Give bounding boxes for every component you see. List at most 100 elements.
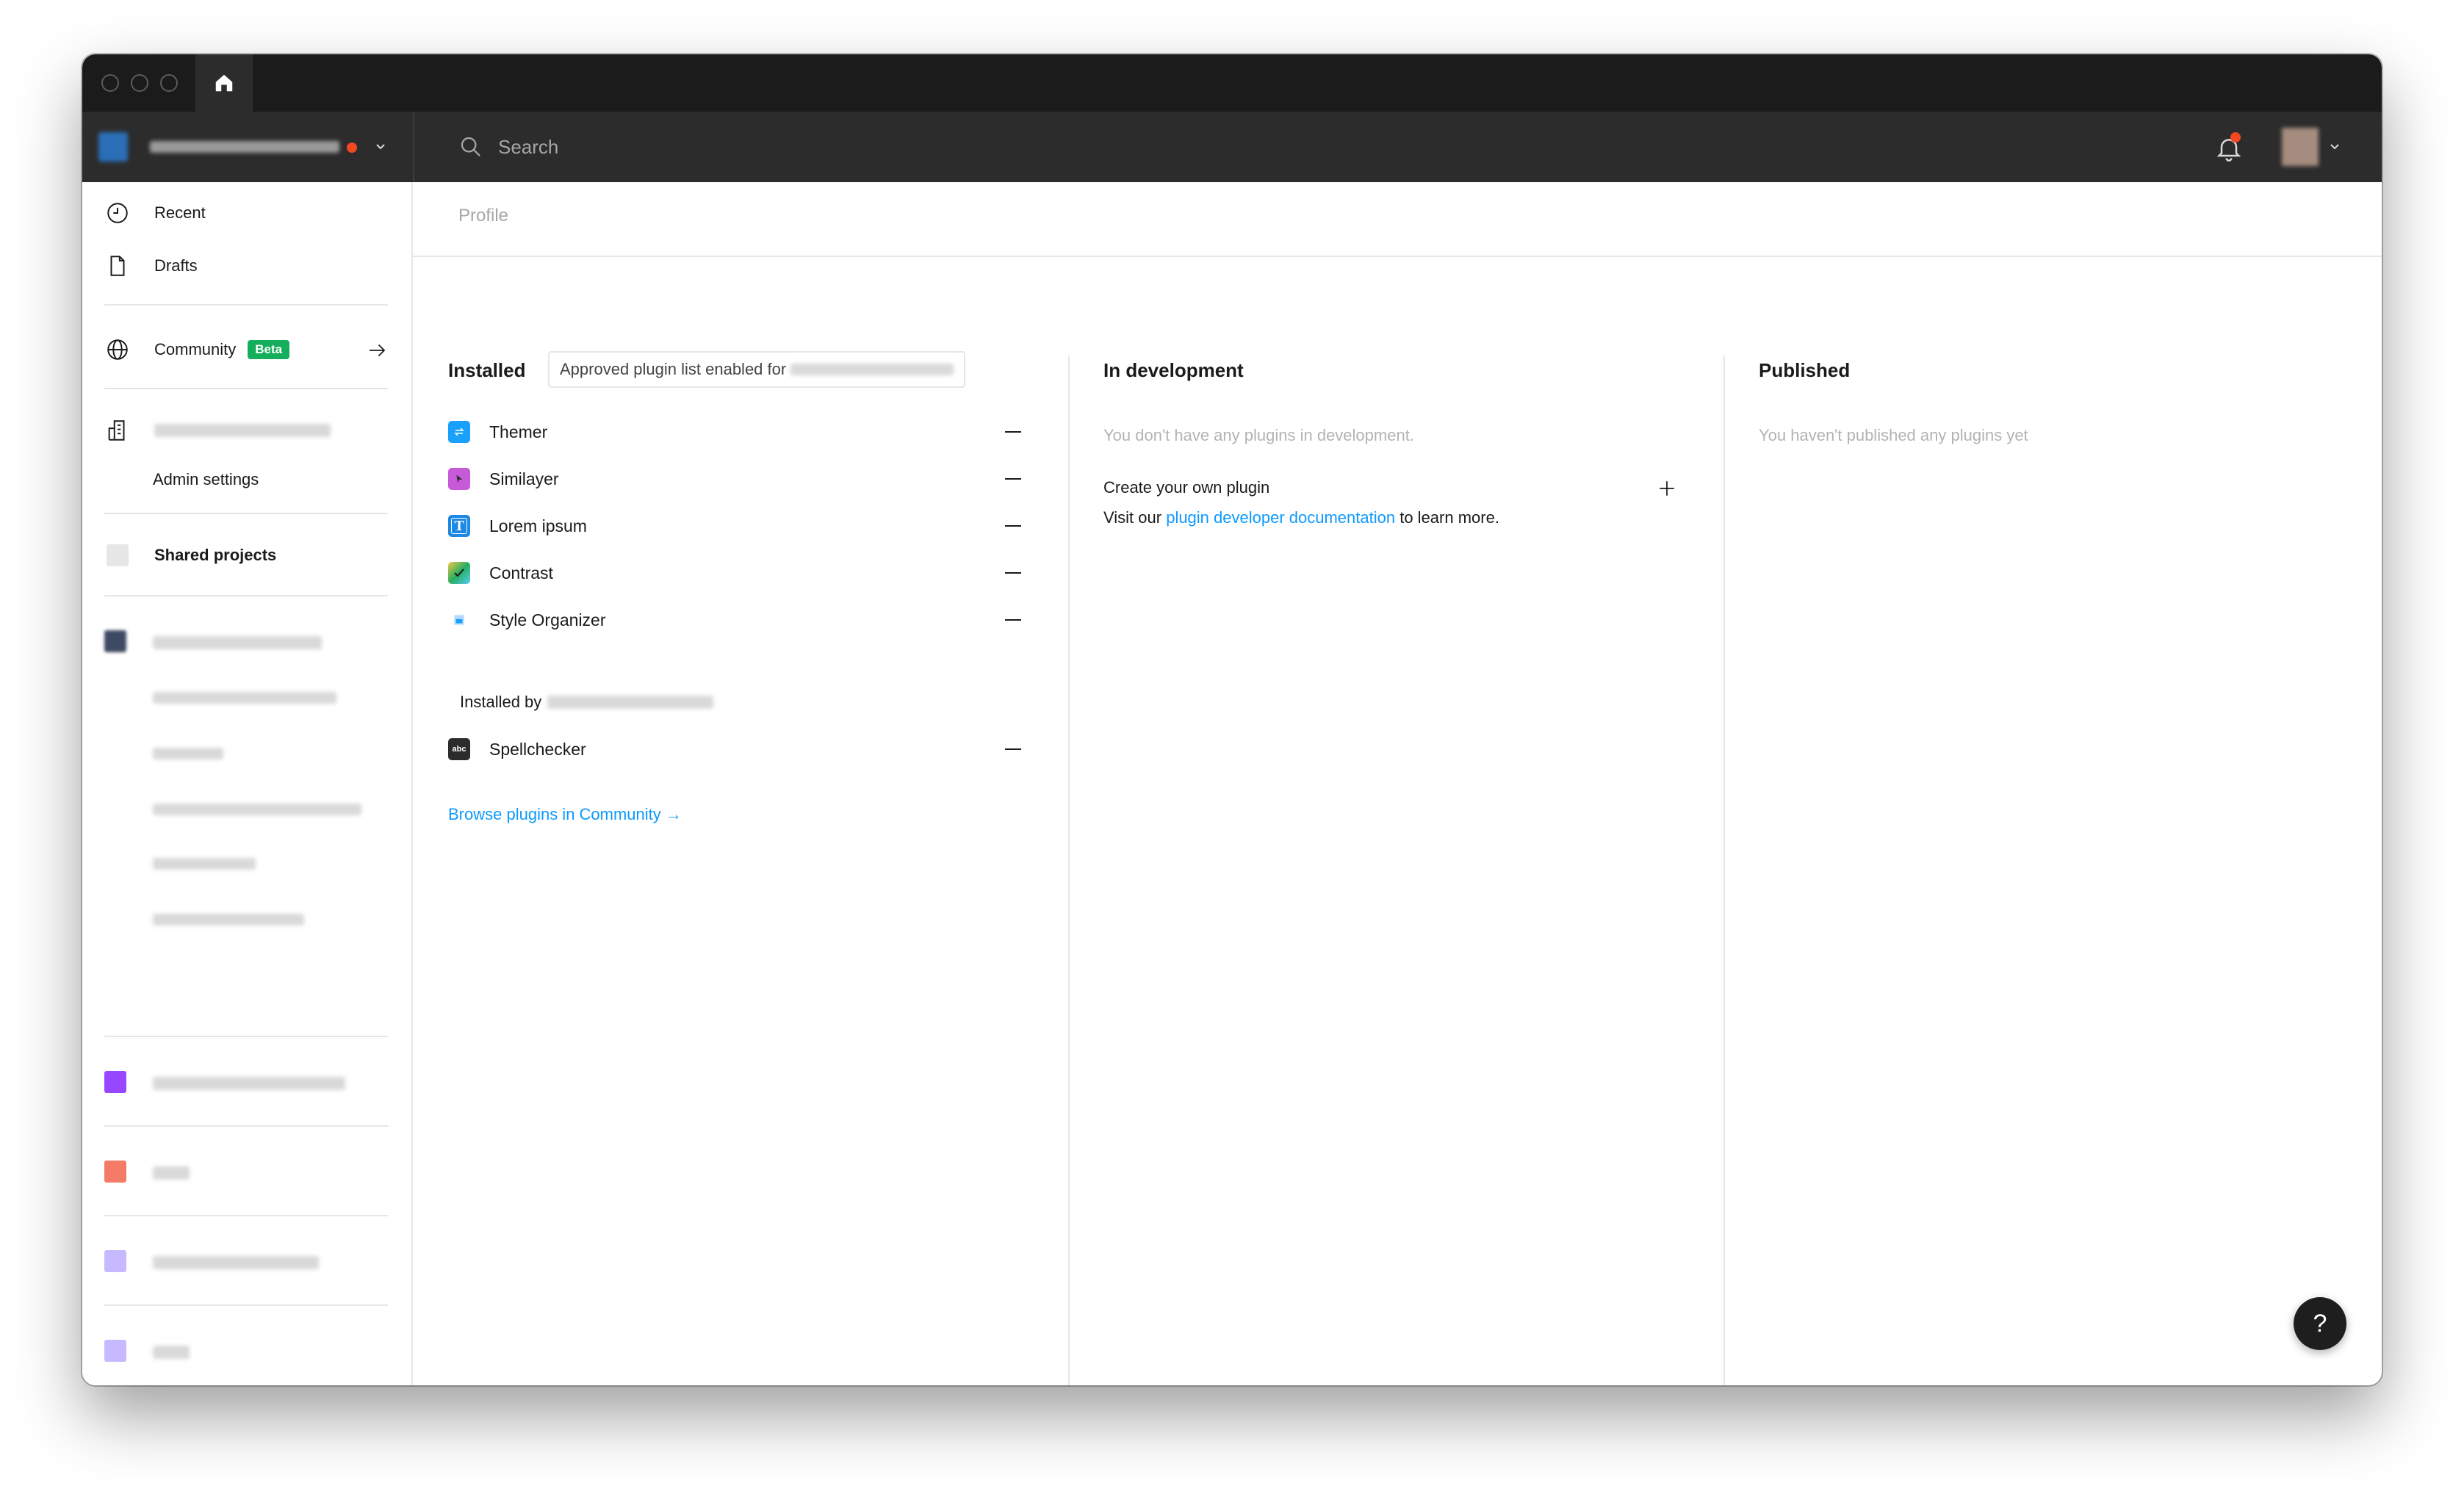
approved-plugin-list-label: Approved plugin list enabled for (560, 360, 787, 378)
plugin-name: Similayer (489, 469, 559, 488)
team-color-icon (104, 1161, 126, 1183)
sidebar-item-community[interactable]: Community Beta (104, 336, 388, 363)
team-color-icon (104, 1250, 126, 1272)
project-name-redacted[interactable] (153, 804, 361, 815)
app-window: Search Recent Drafts Community Beta Admi… (82, 54, 2382, 1385)
home-icon (215, 74, 233, 92)
search-bar[interactable]: Search (458, 112, 558, 182)
project-name-redacted[interactable] (153, 692, 336, 704)
plugin-row-style-organizer[interactable]: Style Organizer (448, 605, 1021, 635)
notification-badge (2230, 132, 2241, 142)
admin-name-redacted (547, 696, 714, 709)
main-content: Profile Installed Approved plugin list e… (413, 182, 2382, 1385)
sidebar-divider (104, 1304, 388, 1306)
help-button[interactable]: ? (2294, 1297, 2346, 1350)
sidebar-item-admin-settings[interactable]: Admin settings (153, 470, 259, 489)
plugin-row-contrast[interactable]: Contrast (448, 558, 1021, 588)
create-plugin-row[interactable]: Create your own plugin (1103, 473, 1676, 502)
plugin-name: Lorem ipsum (489, 516, 587, 535)
file-icon (104, 253, 131, 279)
search-input[interactable]: Search (498, 136, 558, 159)
page-header: Profile (413, 182, 2382, 257)
plugin-name: Style Organizer (489, 610, 606, 629)
arrow-right-icon (370, 344, 386, 357)
team-notification-dot (347, 142, 357, 153)
plugin-name: Spellchecker (489, 739, 586, 759)
sidebar-divider (104, 595, 388, 596)
plugin-name: Contrast (489, 563, 553, 582)
sidebar-divider (104, 513, 388, 514)
sidebar-item-label: Recent (154, 203, 206, 222)
sidebar-divider (104, 304, 388, 306)
team-name-redacted[interactable] (153, 1077, 345, 1090)
sidebar-divider (104, 1125, 388, 1127)
developer-docs-link[interactable]: plugin developer documentation (1166, 508, 1395, 527)
home-tab[interactable] (195, 54, 253, 112)
sidebar-item-label: Community (154, 340, 237, 358)
organization-name-redacted (790, 364, 954, 375)
approved-plugin-list-badge: Approved plugin list enabled for (548, 351, 966, 388)
in-development-title: In development (1103, 358, 1244, 381)
team-selector[interactable] (82, 112, 414, 182)
remove-plugin-button[interactable] (1005, 431, 1021, 433)
contrast-icon (448, 562, 470, 584)
team-name-redacted[interactable] (153, 1166, 190, 1180)
sidebar-item-shared-projects[interactable]: Shared projects (104, 542, 276, 569)
style-organizer-icon (448, 609, 470, 631)
globe-icon (104, 336, 131, 363)
team-name-redacted[interactable] (153, 1256, 319, 1269)
published-title: Published (1759, 358, 1851, 381)
create-plugin-label: Create your own plugin (1103, 478, 1270, 497)
visit-suffix: to learn more. (1399, 508, 1499, 527)
chevron-down-icon (376, 144, 385, 150)
title-bar (82, 54, 2382, 112)
tab-profile[interactable]: Profile (458, 206, 508, 226)
sidebar-item-drafts[interactable]: Drafts (104, 253, 198, 279)
developer-docs-text: Visit our plugin developer documentation… (1103, 508, 1499, 527)
sidebar-item-organization[interactable] (104, 417, 331, 444)
account-menu[interactable] (2282, 128, 2349, 166)
sidebar-divider (104, 1036, 388, 1037)
remove-plugin-button[interactable] (1005, 572, 1021, 574)
shared-projects-square-icon (104, 542, 131, 569)
team-name-redacted[interactable] (153, 1346, 190, 1359)
clock-icon (104, 200, 131, 226)
team-name-redacted (150, 141, 339, 153)
in-development-empty-message: You don't have any plugins in developmen… (1103, 426, 1414, 444)
organization-name-redacted (154, 424, 331, 437)
column-divider (1723, 356, 1725, 1385)
remove-plugin-button[interactable] (1005, 525, 1021, 527)
notifications-button[interactable] (2211, 129, 2247, 165)
project-name-redacted[interactable] (153, 914, 304, 925)
team-name-redacted[interactable] (153, 636, 322, 649)
visit-prefix: Visit our (1103, 508, 1162, 527)
zoom-window-button[interactable] (160, 74, 178, 92)
minimize-window-button[interactable] (131, 74, 148, 92)
spellchecker-icon: abc (448, 738, 470, 760)
chevron-down-icon (2330, 144, 2339, 150)
team-avatar (98, 132, 128, 162)
plugin-row-themer[interactable]: Themer (448, 417, 1021, 447)
sidebar-divider (104, 1215, 388, 1216)
remove-plugin-button[interactable] (1005, 478, 1021, 480)
plugin-row-similayer[interactable]: Similayer (448, 464, 1021, 494)
close-window-button[interactable] (101, 74, 119, 92)
project-name-redacted[interactable] (153, 858, 256, 870)
remove-plugin-button[interactable] (1005, 619, 1021, 621)
sidebar-item-recent[interactable]: Recent (104, 200, 206, 226)
project-name-redacted[interactable] (153, 748, 223, 759)
plus-icon[interactable] (1657, 479, 1676, 498)
team-color-icon (104, 1340, 126, 1362)
plugin-row-spellchecker[interactable]: abc Spellchecker (448, 735, 1021, 764)
sidebar-divider (104, 388, 388, 389)
search-icon (461, 137, 480, 156)
sidebar: Recent Drafts Community Beta Admin setti… (82, 182, 413, 1385)
remove-plugin-button[interactable] (1005, 748, 1021, 750)
installed-column: Installed Approved plugin list enabled f… (448, 351, 1021, 1385)
team-project-icon (104, 630, 126, 652)
plugin-row-lorem-ipsum[interactable]: T Lorem ipsum (448, 511, 1021, 541)
team-color-icon (104, 1071, 126, 1093)
user-avatar (2282, 128, 2319, 166)
browse-plugins-link[interactable]: Browse plugins in Community → (448, 805, 682, 824)
lorem-ipsum-icon: T (448, 515, 470, 537)
